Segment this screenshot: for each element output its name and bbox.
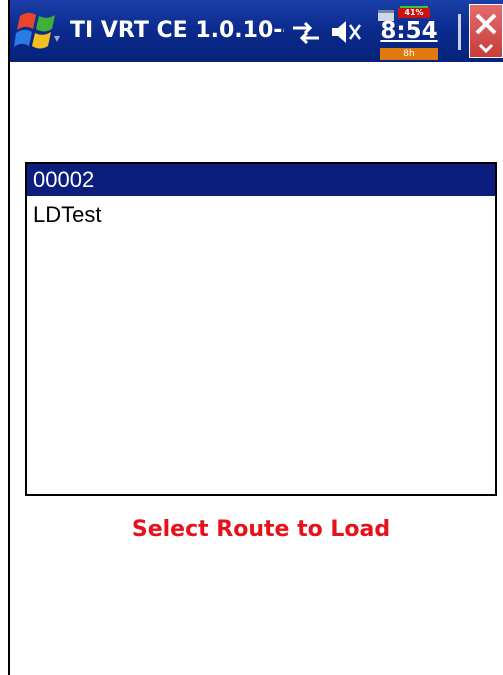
route-item-00002[interactable]: 00002	[27, 164, 495, 196]
title-bar: TI VRT CE 1.0.10--R 41% 8:54	[10, 0, 503, 62]
device-screen: TI VRT CE 1.0.10--R 41% 8:54	[8, 0, 503, 675]
close-x-icon	[475, 13, 497, 54]
window-title: TI VRT CE 1.0.10--R	[70, 18, 284, 43]
route-list[interactable]: 00002 LDTest	[25, 162, 497, 496]
route-item-ldtest[interactable]: LDTest	[27, 199, 495, 231]
status-message: Select Route to Load	[131, 517, 391, 542]
timer-badge: 8h	[380, 48, 438, 60]
titlebar-divider	[458, 14, 461, 50]
connectivity-icon[interactable]	[289, 18, 323, 48]
volume-icon[interactable]	[329, 16, 363, 48]
clock-area[interactable]: 41% 8:54 8h	[366, 2, 452, 62]
close-button[interactable]	[469, 4, 503, 58]
windows-flag-icon	[14, 12, 60, 49]
clock-time[interactable]: 8:54	[374, 16, 444, 46]
start-button[interactable]	[14, 6, 66, 56]
